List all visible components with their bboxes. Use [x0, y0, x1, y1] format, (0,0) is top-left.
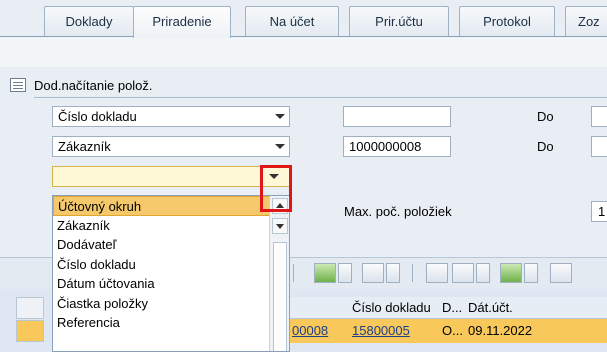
dropdown-arrow-highlight [260, 165, 292, 212]
tab-zoz[interactable]: Zoz [565, 6, 607, 37]
dropdown-option-ciastka-polozky[interactable]: Čiastka položky [53, 294, 289, 314]
criteria-field-3-combo[interactable] [52, 166, 290, 187]
tab-na-ucet[interactable]: Na účet [245, 6, 339, 37]
tab-priradenie[interactable]: Priradenie [133, 6, 231, 38]
grid-header: Číslo dokladu D... Dát.účt. [290, 297, 607, 319]
criteria-to-1-input[interactable] [591, 106, 607, 127]
percent-icon[interactable] [362, 263, 384, 283]
group-title: Dod.načítanie polož. [34, 76, 607, 98]
sum-dropdown-icon[interactable] [338, 263, 352, 283]
chevron-down-icon[interactable] [275, 144, 285, 149]
export-icon[interactable] [452, 263, 474, 283]
field-dropdown-list: Účtovný okruh Zákazník Dodávateľ Číslo d… [52, 195, 290, 352]
criteria-value-2-input[interactable]: 1000000008 [343, 136, 451, 157]
criteria-field-2-value: Zákazník [58, 139, 111, 154]
dropdown-option-ucetny-okruh[interactable]: Účtovný okruh [53, 196, 289, 216]
toolbar-separator [412, 264, 413, 282]
table-row[interactable]: 00008 15800005 O... 09.11.2022 [290, 319, 607, 343]
export-dropdown-icon[interactable] [476, 263, 490, 283]
row-date-cell: 09.11.2022 [468, 323, 533, 338]
layout-icon[interactable] [550, 263, 572, 283]
chevron-down-icon[interactable] [275, 114, 285, 119]
group-collapse-icon[interactable] [10, 78, 26, 92]
row-customer-cell[interactable]: 00008 [292, 321, 332, 341]
criteria-value-1-input[interactable] [343, 106, 451, 127]
print-preview-icon[interactable] [426, 263, 448, 283]
criteria-field-1-value: Číslo dokladu [58, 109, 137, 124]
column-header-doc-type[interactable]: D... [442, 298, 464, 318]
criteria-field-2-combo[interactable]: Zákazník [52, 136, 290, 157]
percent-dropdown-icon[interactable] [386, 263, 400, 283]
spreadsheet-icon[interactable] [500, 263, 522, 283]
tab-protokol[interactable]: Protokol [459, 6, 555, 37]
row-doc-type-cell: O... [442, 323, 463, 338]
dropdown-option-datum-uctovania[interactable]: Dátum účtovania [53, 274, 289, 294]
row-doc-number-cell[interactable]: 15800005 [352, 321, 436, 341]
max-items-label: Max. poč. položiek [344, 204, 452, 219]
criteria-to-2-input[interactable] [591, 136, 607, 157]
select-all-icon[interactable] [16, 297, 44, 319]
toolbar-separator [293, 264, 294, 282]
chevron-down-icon [276, 224, 284, 229]
scroll-down-button[interactable] [272, 218, 288, 234]
tab-content-band [0, 37, 607, 67]
sum-icon[interactable] [314, 263, 336, 283]
dropdown-option-dodavatel[interactable]: Dodávateľ [53, 235, 289, 255]
dropdown-scrollbar[interactable] [269, 196, 289, 351]
column-header-doc-number[interactable]: Číslo dokladu [352, 298, 436, 318]
dropdown-option-referencia[interactable]: Referencia [53, 313, 289, 333]
dropdown-option-zakaznik[interactable]: Zákazník [53, 216, 289, 236]
dropdown-option-cislo-dokladu[interactable]: Číslo dokladu [53, 255, 289, 275]
scrollbar-thumb[interactable] [273, 242, 287, 351]
spreadsheet-dropdown-icon[interactable] [524, 263, 538, 283]
criteria-field-1-combo[interactable]: Číslo dokladu [52, 106, 290, 127]
tab-doklady[interactable]: Doklady [44, 6, 134, 37]
criteria-to-label-2: Do [537, 139, 554, 154]
row-selector[interactable] [16, 320, 44, 342]
column-header-posting-date[interactable]: Dát.účt. [468, 298, 548, 318]
max-items-input[interactable]: 1 [591, 201, 607, 222]
tab-prir-uctu[interactable]: Prir.účtu [349, 6, 449, 37]
criteria-to-label-1: Do [537, 109, 554, 124]
